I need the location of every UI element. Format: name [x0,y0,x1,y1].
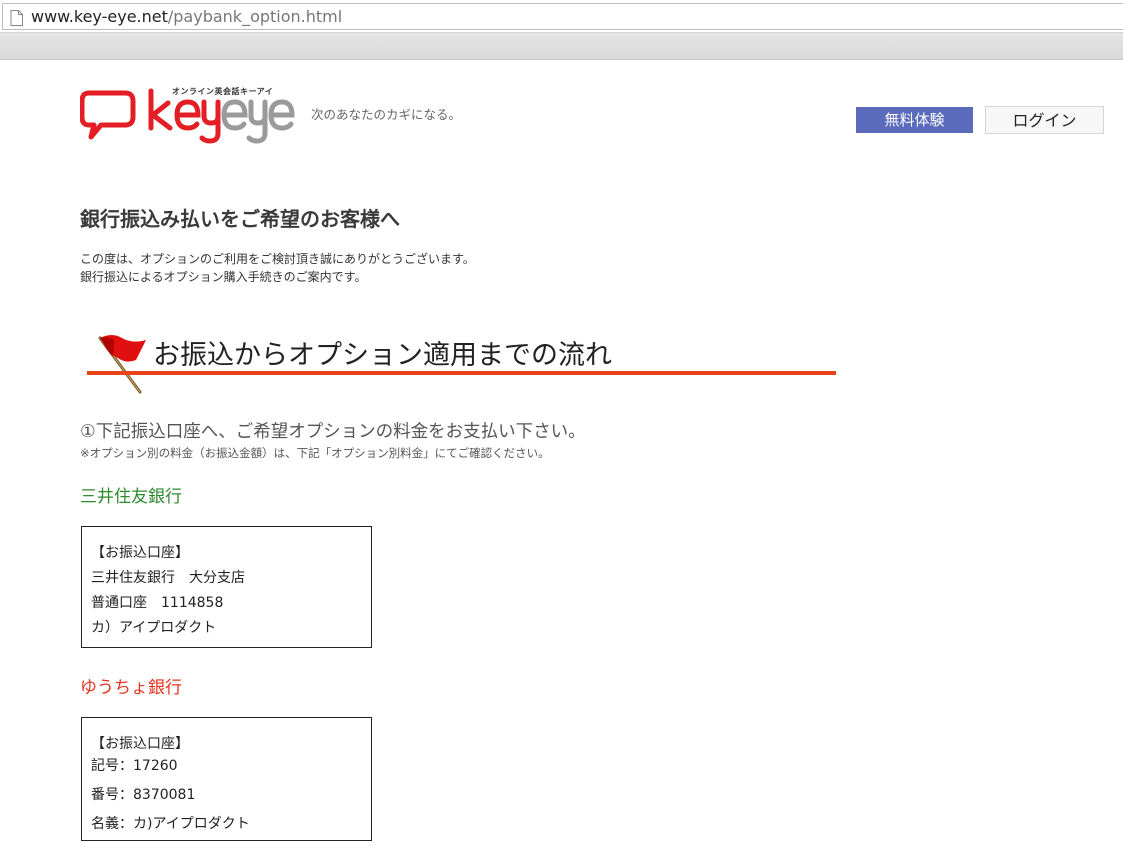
address-bar: www.key-eye.net/paybank_option.html [0,0,1123,33]
intro-line: この度は、オプションのご利用をご検討頂き誠にありがとうございます。 [80,252,475,266]
step-1-note: ※オプション別の料金（お振込金額）は、下記「オプション別料金」にてご確認ください… [80,446,550,460]
logo-subtitle: オンライン英会話キーアイ [172,87,274,96]
url-domain: www.key-eye.net [31,7,168,26]
account-number: 番号：8370081 [91,787,196,803]
login-button[interactable]: ログイン [985,106,1104,134]
bank-name-smbc: 三井住友銀行 [80,487,182,507]
intro-text: この度は、オプションのご利用をご検討頂き誠にありがとうございます。 銀行振込によ… [80,250,475,286]
browser-toolbar [0,33,1123,60]
account-holder: カ）アイプロダクト [91,620,217,636]
bank-name-yucho: ゆうちょ銀行 [80,678,182,698]
account-number: 普通口座 1114858 [91,595,224,611]
account-symbol: 記号：17260 [91,758,178,774]
red-flag-icon [98,335,146,394]
url-text: www.key-eye.net/paybank_option.html [31,8,342,26]
free-trial-button[interactable]: 無料体験 [856,107,973,133]
url-field[interactable]: www.key-eye.net/paybank_option.html [2,3,1123,30]
page-icon [10,10,23,26]
tagline: 次のあなたのカギになる。 [311,107,462,122]
account-branch: 三井住友銀行 大分支店 [91,570,245,586]
account-box-yucho: 【お振込口座】 記号：17260 番号：8370081 名義：カ)アイプロダクト [81,717,372,841]
section-heading: お振込からオプション適用までの流れ [153,340,612,371]
account-heading: 【お振込口座】 [91,545,189,561]
page-title: 銀行振込み払いをご希望のお客様へ [80,207,400,231]
section-divider [87,371,836,375]
account-box-smbc: 【お振込口座】 三井住友銀行 大分支店 普通口座 1114858 カ）アイプロダ… [81,526,372,648]
account-holder: 名義：カ)アイプロダクト [91,816,250,832]
intro-line: 銀行振込によるオプション購入手続きのご案内です。 [80,270,367,284]
url-path: /paybank_option.html [167,7,343,26]
account-heading: 【お振込口座】 [91,736,189,752]
step-1-text: ①下記振込口座へ、ご希望オプションの料金をお支払い下さい。 [80,422,586,442]
